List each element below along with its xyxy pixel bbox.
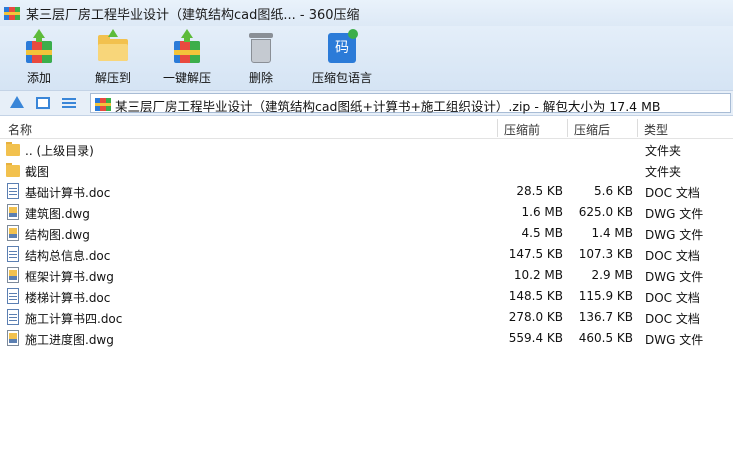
archive-language-icon: 码: [324, 29, 360, 65]
size-after: 625.0 KB: [578, 205, 633, 219]
table-row[interactable]: 建筑图.dwg 1.6 MB 625.0 KB DWG 文件: [0, 202, 733, 223]
folder-icon: [6, 162, 20, 178]
table-row[interactable]: 基础计算书.doc 28.5 KB 5.6 KB DOC 文档: [0, 181, 733, 202]
file-name: 截图: [25, 165, 50, 179]
extract-to-label: 解压到: [94, 71, 131, 85]
size-before: 10.2 MB: [513, 268, 563, 282]
file-type: DWG 文件: [645, 270, 704, 284]
extract-to-icon: [95, 29, 131, 65]
add-archive-icon: [21, 29, 57, 65]
size-after: 1.4 MB: [591, 226, 633, 240]
size-before: 148.5 KB: [508, 289, 563, 303]
file-type: DWG 文件: [645, 228, 704, 242]
column-name[interactable]: 名称: [8, 121, 32, 138]
folder-icon: [6, 141, 20, 157]
dwg-file-icon: [6, 267, 20, 283]
file-name: 基础计算书.doc: [25, 186, 111, 200]
table-row[interactable]: 施工进度图.dwg 559.4 KB 460.5 KB DWG 文件: [0, 328, 733, 349]
size-after: 107.3 KB: [578, 247, 633, 261]
dwg-file-icon: [6, 204, 20, 220]
add-button[interactable]: 添加: [4, 26, 74, 88]
size-after: 115.9 KB: [578, 289, 633, 303]
table-row[interactable]: 截图 文件夹: [0, 160, 733, 181]
size-before: 28.5 KB: [516, 184, 563, 198]
file-name: .. (上级目录): [25, 144, 94, 158]
one-click-extract-label: 一键解压: [162, 71, 211, 85]
add-button-label: 添加: [26, 71, 51, 85]
file-name: 楼梯计算书.doc: [25, 291, 111, 305]
address-field[interactable]: 某三层厂房工程毕业设计（建筑结构cad图纸+计算书+施工组织设计）.zip - …: [90, 93, 731, 114]
file-name: 建筑图.dwg: [25, 207, 90, 221]
one-click-extract-button[interactable]: 一键解压: [152, 26, 222, 88]
column-type[interactable]: 类型: [644, 121, 668, 138]
doc-file-icon: [6, 183, 20, 199]
file-type: DOC 文档: [645, 291, 700, 305]
toolbar: 添加 解压到 一键解压 删除 码 压缩包语言: [0, 26, 733, 90]
title-bar: 某三层厂房工程毕业设计（建筑结构cad图纸... - 360压缩: [0, 0, 733, 26]
file-type: DWG 文件: [645, 333, 704, 347]
list-view-icon[interactable]: [62, 97, 76, 109]
dwg-file-icon: [6, 225, 20, 241]
address-path: 某三层厂房工程毕业设计（建筑结构cad图纸+计算书+施工组织设计）.zip - …: [115, 99, 661, 114]
file-type: 文件夹: [645, 144, 682, 158]
size-before: 559.4 KB: [508, 331, 563, 345]
extract-to-button[interactable]: 解压到: [78, 26, 148, 88]
column-after[interactable]: 压缩后: [574, 121, 610, 138]
size-after: 5.6 KB: [594, 184, 633, 198]
file-type: DOC 文档: [645, 186, 700, 200]
table-row[interactable]: 结构总信息.doc 147.5 KB 107.3 KB DOC 文档: [0, 244, 733, 265]
size-before: 278.0 KB: [508, 310, 563, 324]
size-before: 1.6 MB: [521, 205, 563, 219]
size-after: 136.7 KB: [578, 310, 633, 324]
file-type: DWG 文件: [645, 207, 704, 221]
file-name: 施工计算书四.doc: [25, 312, 123, 326]
file-type: DOC 文档: [645, 312, 700, 326]
archive-icon: [95, 96, 111, 111]
file-list: 名称 压缩前 压缩后 类型 .. (上级目录) 文件夹 截图 文件夹 基础计算书.doc…: [0, 117, 733, 450]
one-click-extract-icon: [169, 29, 205, 65]
delete-label: 删除: [248, 71, 273, 85]
file-name: 结构图.dwg: [25, 228, 90, 242]
trash-icon: [243, 29, 279, 65]
file-type: 文件夹: [645, 165, 682, 179]
delete-button[interactable]: 删除: [226, 26, 296, 88]
size-after: 2.9 MB: [591, 268, 633, 282]
column-before[interactable]: 压缩前: [504, 121, 540, 138]
window-title: 某三层厂房工程毕业设计（建筑结构cad图纸... - 360压缩: [26, 7, 360, 23]
doc-file-icon: [6, 309, 20, 325]
doc-file-icon: [6, 288, 20, 304]
size-before: 4.5 MB: [521, 226, 563, 240]
size-after: 460.5 KB: [578, 331, 633, 345]
table-row[interactable]: 结构图.dwg 4.5 MB 1.4 MB DWG 文件: [0, 223, 733, 244]
app-logo-icon: [4, 5, 20, 21]
file-rows: .. (上级目录) 文件夹 截图 文件夹 基础计算书.doc 28.5 KB 5.6 KB D…: [0, 139, 733, 349]
column-header: 名称 压缩前 压缩后 类型: [0, 117, 733, 139]
table-row[interactable]: 施工计算书四.doc 278.0 KB 136.7 KB DOC 文档: [0, 307, 733, 328]
size-before: 147.5 KB: [508, 247, 563, 261]
table-row[interactable]: .. (上级目录) 文件夹: [0, 139, 733, 160]
file-type: DOC 文档: [645, 249, 700, 263]
archive-language-label: 压缩包语言: [311, 71, 372, 85]
file-name: 施工进度图.dwg: [25, 333, 114, 347]
dwg-file-icon: [6, 330, 20, 346]
up-arrow-icon[interactable]: [10, 96, 24, 108]
file-name: 框架计算书.dwg: [25, 270, 114, 284]
table-row[interactable]: 楼梯计算书.doc 148.5 KB 115.9 KB DOC 文档: [0, 286, 733, 307]
archive-language-button[interactable]: 码 压缩包语言: [300, 26, 384, 88]
thumbnail-view-icon[interactable]: [36, 97, 50, 109]
doc-file-icon: [6, 246, 20, 262]
file-name: 结构总信息.doc: [25, 249, 111, 263]
address-bar: 某三层厂房工程毕业设计（建筑结构cad图纸+计算书+施工组织设计）.zip - …: [0, 90, 733, 116]
table-row[interactable]: 框架计算书.dwg 10.2 MB 2.9 MB DWG 文件: [0, 265, 733, 286]
